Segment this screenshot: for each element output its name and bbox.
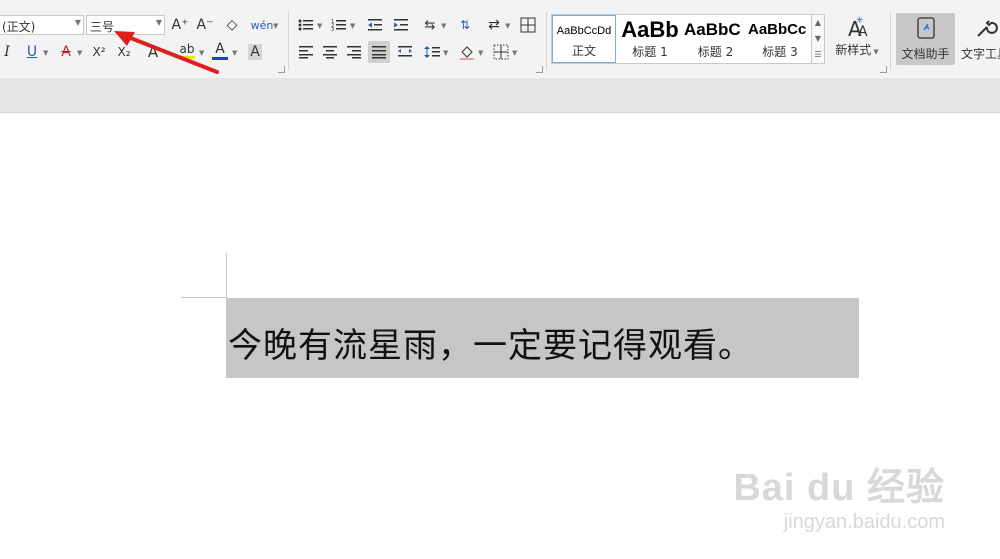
annotation-arrow <box>114 31 219 74</box>
margin-corner-mark <box>181 297 227 298</box>
watermark: Bai du 经验 jingyan.baidu.com <box>733 456 945 534</box>
margin-corner-mark <box>226 253 227 299</box>
document-paragraph[interactable]: 今晚有流星雨，一定要记得观看。 <box>228 318 753 367</box>
watermark-brand: Bai du 经验 <box>733 467 945 509</box>
watermark-url: jingyan.baidu.com <box>783 511 945 533</box>
